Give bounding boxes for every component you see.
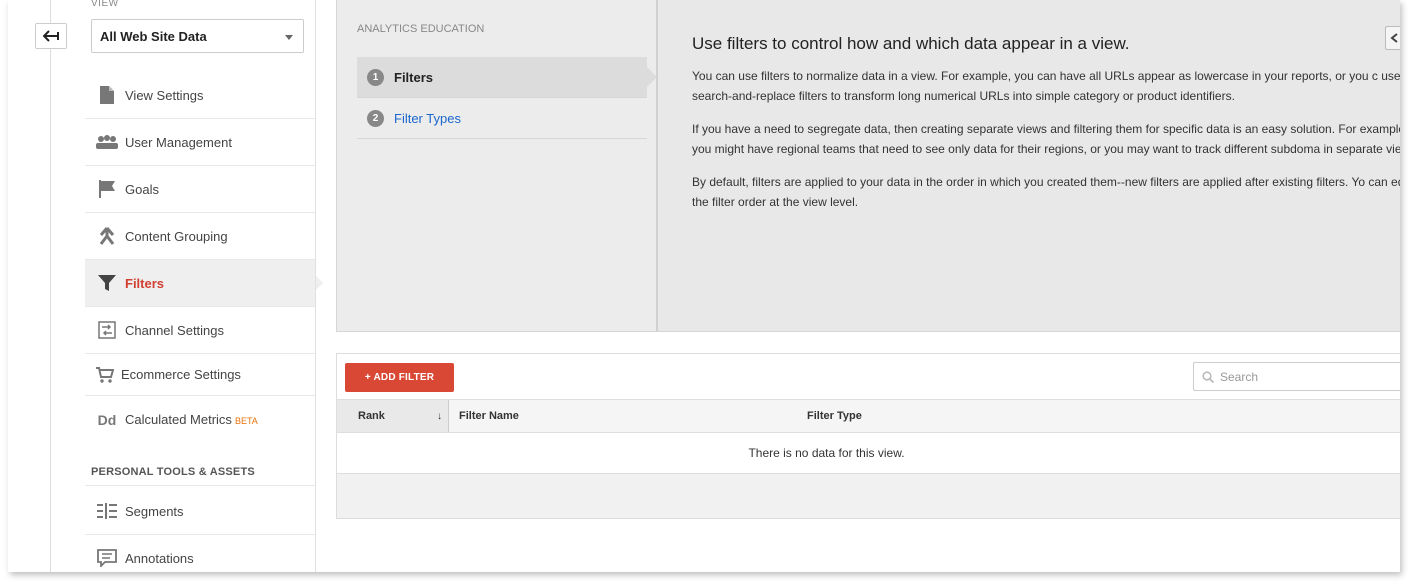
chevron-left-icon (1390, 33, 1398, 43)
education-paragraph: By default, filters are applied to your … (692, 175, 1400, 209)
education-steps: ANALYTICS EDUCATION 1 Filters 2 Filter T… (337, 0, 658, 331)
nav-item-label: View Settings (125, 87, 204, 103)
step-label: Filter Types (394, 110, 461, 126)
section-divider (85, 485, 315, 486)
admin-nav: View Settings User Management Goals Cont… (85, 72, 323, 443)
table-footer (336, 474, 1400, 519)
add-filter-button[interactable]: + ADD FILTER (345, 363, 454, 392)
nav-item-content-grouping[interactable]: Content Grouping (85, 213, 315, 260)
nav-item-label: Annotations (125, 550, 194, 566)
nav-item-segments[interactable]: Segments (85, 488, 315, 535)
nav-item-goals[interactable]: Goals (85, 166, 315, 213)
annotations-icon (85, 549, 125, 567)
education-step-filter-types[interactable]: 2 Filter Types (357, 98, 647, 139)
left-rail (50, 0, 51, 572)
view-select-value: All Web Site Data (100, 28, 207, 44)
step-number: 1 (367, 68, 384, 86)
search-icon (1202, 370, 1214, 383)
nav-item-annotations[interactable]: Annotations (85, 535, 315, 572)
nav-item-label: Content Grouping (125, 228, 228, 244)
nav-item-label: Goals (125, 181, 159, 197)
nav-item-label: Segments (125, 503, 184, 519)
back-arrow-icon (43, 30, 59, 42)
column-header-filter-name[interactable]: Filter Name (449, 400, 797, 432)
document-icon (85, 86, 125, 104)
collapse-button[interactable] (1385, 26, 1400, 50)
step-label: Filters (394, 69, 434, 85)
tools-nav: Segments Annotations (85, 488, 315, 572)
education-paragraph: If you have a need to segregate data, th… (692, 122, 1400, 156)
search-box (1193, 362, 1400, 391)
dd-icon: Dd (97, 411, 117, 428)
education-heading: Use filters to control how and which dat… (692, 34, 1130, 53)
flag-icon (85, 180, 125, 198)
empty-table-message: There is no data for this view. (336, 433, 1400, 474)
nav-item-label: Channel Settings (125, 322, 225, 338)
education-paragraph: You can use filters to normalize data in… (692, 69, 1400, 103)
segments-icon (85, 503, 125, 519)
nav-item-channel-settings[interactable]: Channel Settings (85, 307, 315, 354)
nav-item-label: User Management (125, 134, 232, 150)
column-label: Rank (358, 410, 385, 422)
nav-item-user-management[interactable]: User Management (85, 119, 315, 166)
nav-item-label: Calculated Metrics BETA (125, 412, 258, 427)
chevron-down-icon (285, 35, 293, 40)
channel-icon (85, 321, 125, 339)
filter-icon (85, 274, 125, 292)
column-header-filter-type[interactable]: Filter Type (797, 400, 1400, 432)
filter-toolbar: + ADD FILTER (336, 353, 1400, 399)
section-header-personal-tools: PERSONAL TOOLS & ASSETS (91, 466, 255, 478)
view-select[interactable]: All Web Site Data (91, 19, 304, 53)
nav-item-view-settings[interactable]: View Settings (85, 72, 315, 119)
nav-divider (315, 0, 316, 572)
sort-down-icon: ↓ (437, 411, 442, 422)
nav-item-ecommerce-settings[interactable]: Ecommerce Settings (85, 354, 315, 396)
step-number: 2 (367, 109, 384, 127)
nav-item-label: Filters (125, 275, 165, 291)
search-input[interactable] (1220, 369, 1400, 384)
back-button[interactable] (35, 23, 67, 49)
view-label: VIEW (91, 0, 119, 8)
analytics-education-panel: ANALYTICS EDUCATION 1 Filters 2 Filter T… (336, 0, 1400, 332)
users-icon (85, 135, 125, 149)
education-step-filters[interactable]: 1 Filters (357, 57, 657, 98)
education-title: ANALYTICS EDUCATION (357, 23, 485, 35)
nav-item-label: Ecommerce Settings (121, 367, 241, 382)
grouping-icon (85, 227, 125, 245)
table-header: Rank ↓ Filter Name Filter Type (336, 399, 1400, 433)
app-frame: VIEW All Web Site Data View Settings Use… (8, 0, 1400, 572)
column-header-rank[interactable]: Rank ↓ (337, 400, 449, 432)
cart-icon (85, 366, 121, 383)
beta-badge: BETA (234, 416, 258, 426)
education-content: Use filters to control how and which dat… (692, 34, 1400, 225)
nav-item-filters[interactable]: Filters (85, 260, 323, 307)
nav-item-calculated-metrics[interactable]: Dd Calculated Metrics BETA (85, 396, 315, 443)
